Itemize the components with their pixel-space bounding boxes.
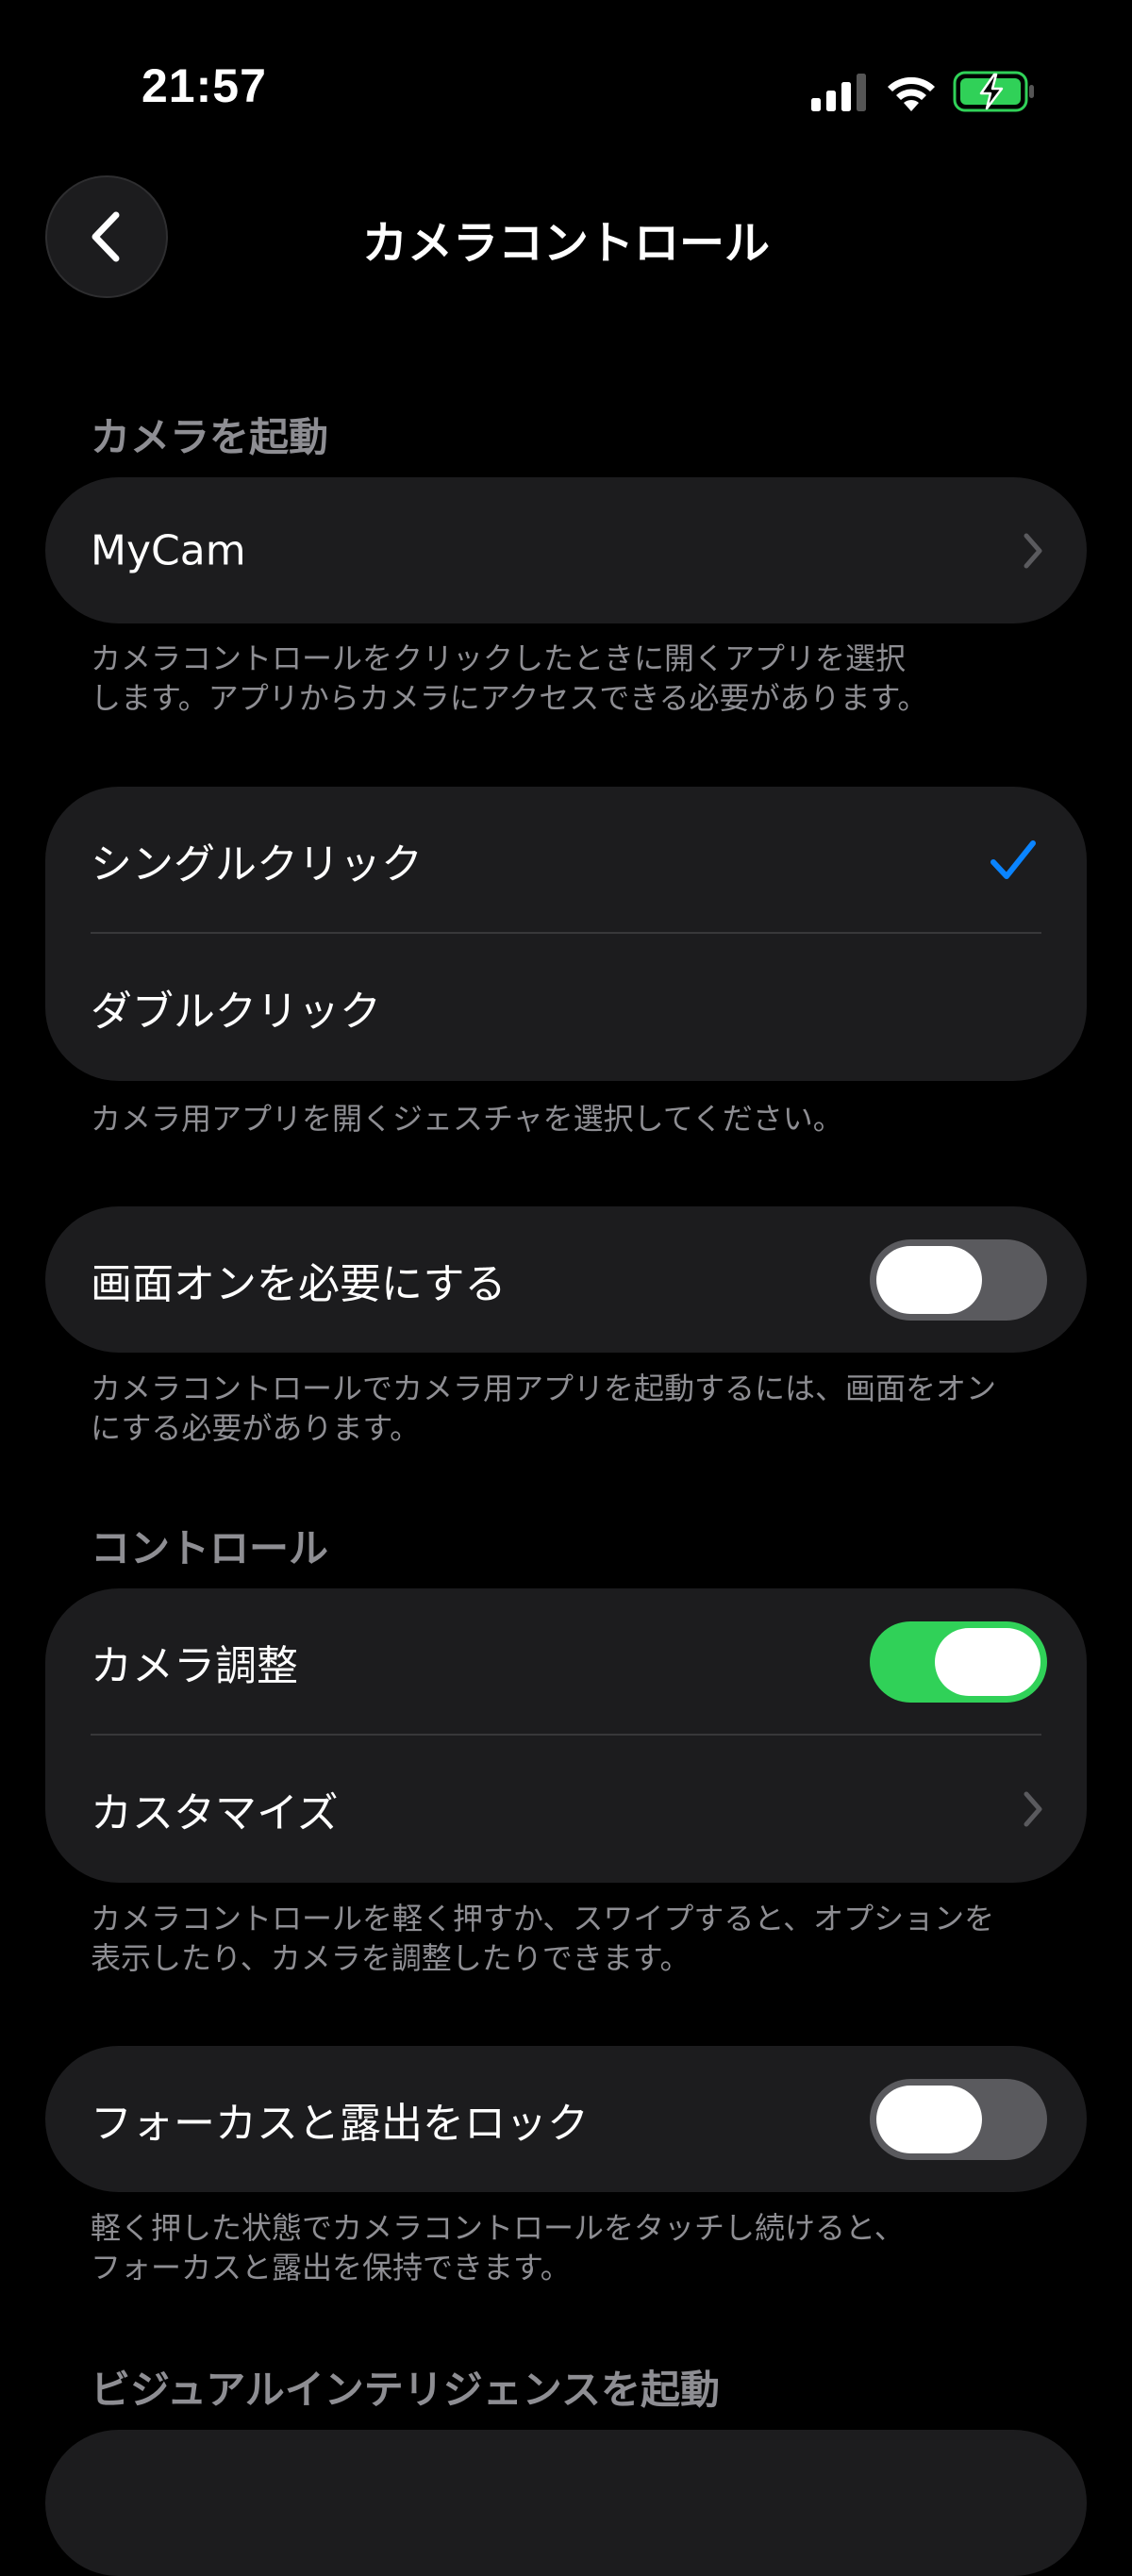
screen-on-label: 画面オンを必要にする <box>91 1259 507 1308</box>
chevron-right-icon <box>1024 533 1042 568</box>
launch-app-row[interactable]: MyCam <box>45 477 1087 623</box>
screen-on-card: 画面オンを必要にする <box>45 1206 1087 1353</box>
lock-focus-card: フォーカスと露出をロック <box>45 2046 1087 2192</box>
gesture-option-single-click[interactable]: シングルクリック <box>45 787 1087 933</box>
visual-intelligence-card <box>45 2430 1087 2576</box>
gesture-card: シングルクリック ダブルクリック <box>45 787 1087 1081</box>
launch-camera-footer: カメラコントロールをクリックしたときに開くアプリを選択 します。アプリからカメラ… <box>91 640 928 716</box>
lock-focus-label: フォーカスと露出をロック <box>91 2099 589 2148</box>
lock-focus-row: フォーカスと露出をロック <box>45 2046 1087 2192</box>
status-time: 21:57 <box>142 59 267 112</box>
screen-on-footer: カメラコントロールでカメラ用アプリを起動するには、画面をオン にする必要がありま… <box>91 1371 997 1446</box>
gesture-option-double-click[interactable]: ダブルクリック <box>45 934 1087 1080</box>
screen-on-toggle[interactable] <box>870 1238 1047 1321</box>
gesture-option-label: ダブルクリック <box>91 987 381 1036</box>
controls-card: カメラ調整 カスタマイズ <box>45 1588 1087 1883</box>
battery-charging-icon <box>953 71 1034 112</box>
wifi-icon <box>888 76 935 111</box>
lock-focus-toggle[interactable] <box>870 2078 1047 2160</box>
gesture-option-label: シングルクリック <box>91 839 423 889</box>
customize-row[interactable]: カスタマイズ <box>45 1736 1087 1882</box>
camera-adjust-label: カメラ調整 <box>91 1641 298 1690</box>
toggle-knob <box>876 1245 982 1314</box>
screen-on-row: 画面オンを必要にする <box>45 1206 1087 1353</box>
section-header-visual-intelligence: ビジュアルインテリジェンスを起動 <box>91 2367 720 2413</box>
section-header-controls: コントロール <box>91 1525 329 1571</box>
section-header-launch-camera: カメラを起動 <box>91 414 329 460</box>
toggle-knob <box>876 2085 982 2153</box>
controls-footer: カメラコントロールを軽く押すか、スワイプすると、オプションを 表示したり、カメラ… <box>91 1901 995 1976</box>
checkmark-icon <box>990 839 1036 879</box>
page-title: カメラコントロール <box>361 217 770 270</box>
cellular-signal-icon <box>811 74 866 111</box>
chevron-right-icon <box>1024 1791 1042 1826</box>
launch-app-label: MyCam <box>91 526 246 574</box>
camera-adjust-row: カメラ調整 <box>45 1588 1087 1735</box>
toggle-knob <box>935 1627 1040 1696</box>
gesture-footer: カメラ用アプリを開くジェスチャを選択してください。 <box>91 1101 843 1137</box>
customize-label: カスタマイズ <box>91 1788 339 1837</box>
launch-app-card: MyCam <box>45 477 1087 623</box>
lock-focus-footer: 軽く押した状態でカメラコントロールをタッチし続けると、 フォーカスと露出を保持で… <box>91 2210 905 2285</box>
camera-adjust-toggle[interactable] <box>870 1620 1047 1703</box>
